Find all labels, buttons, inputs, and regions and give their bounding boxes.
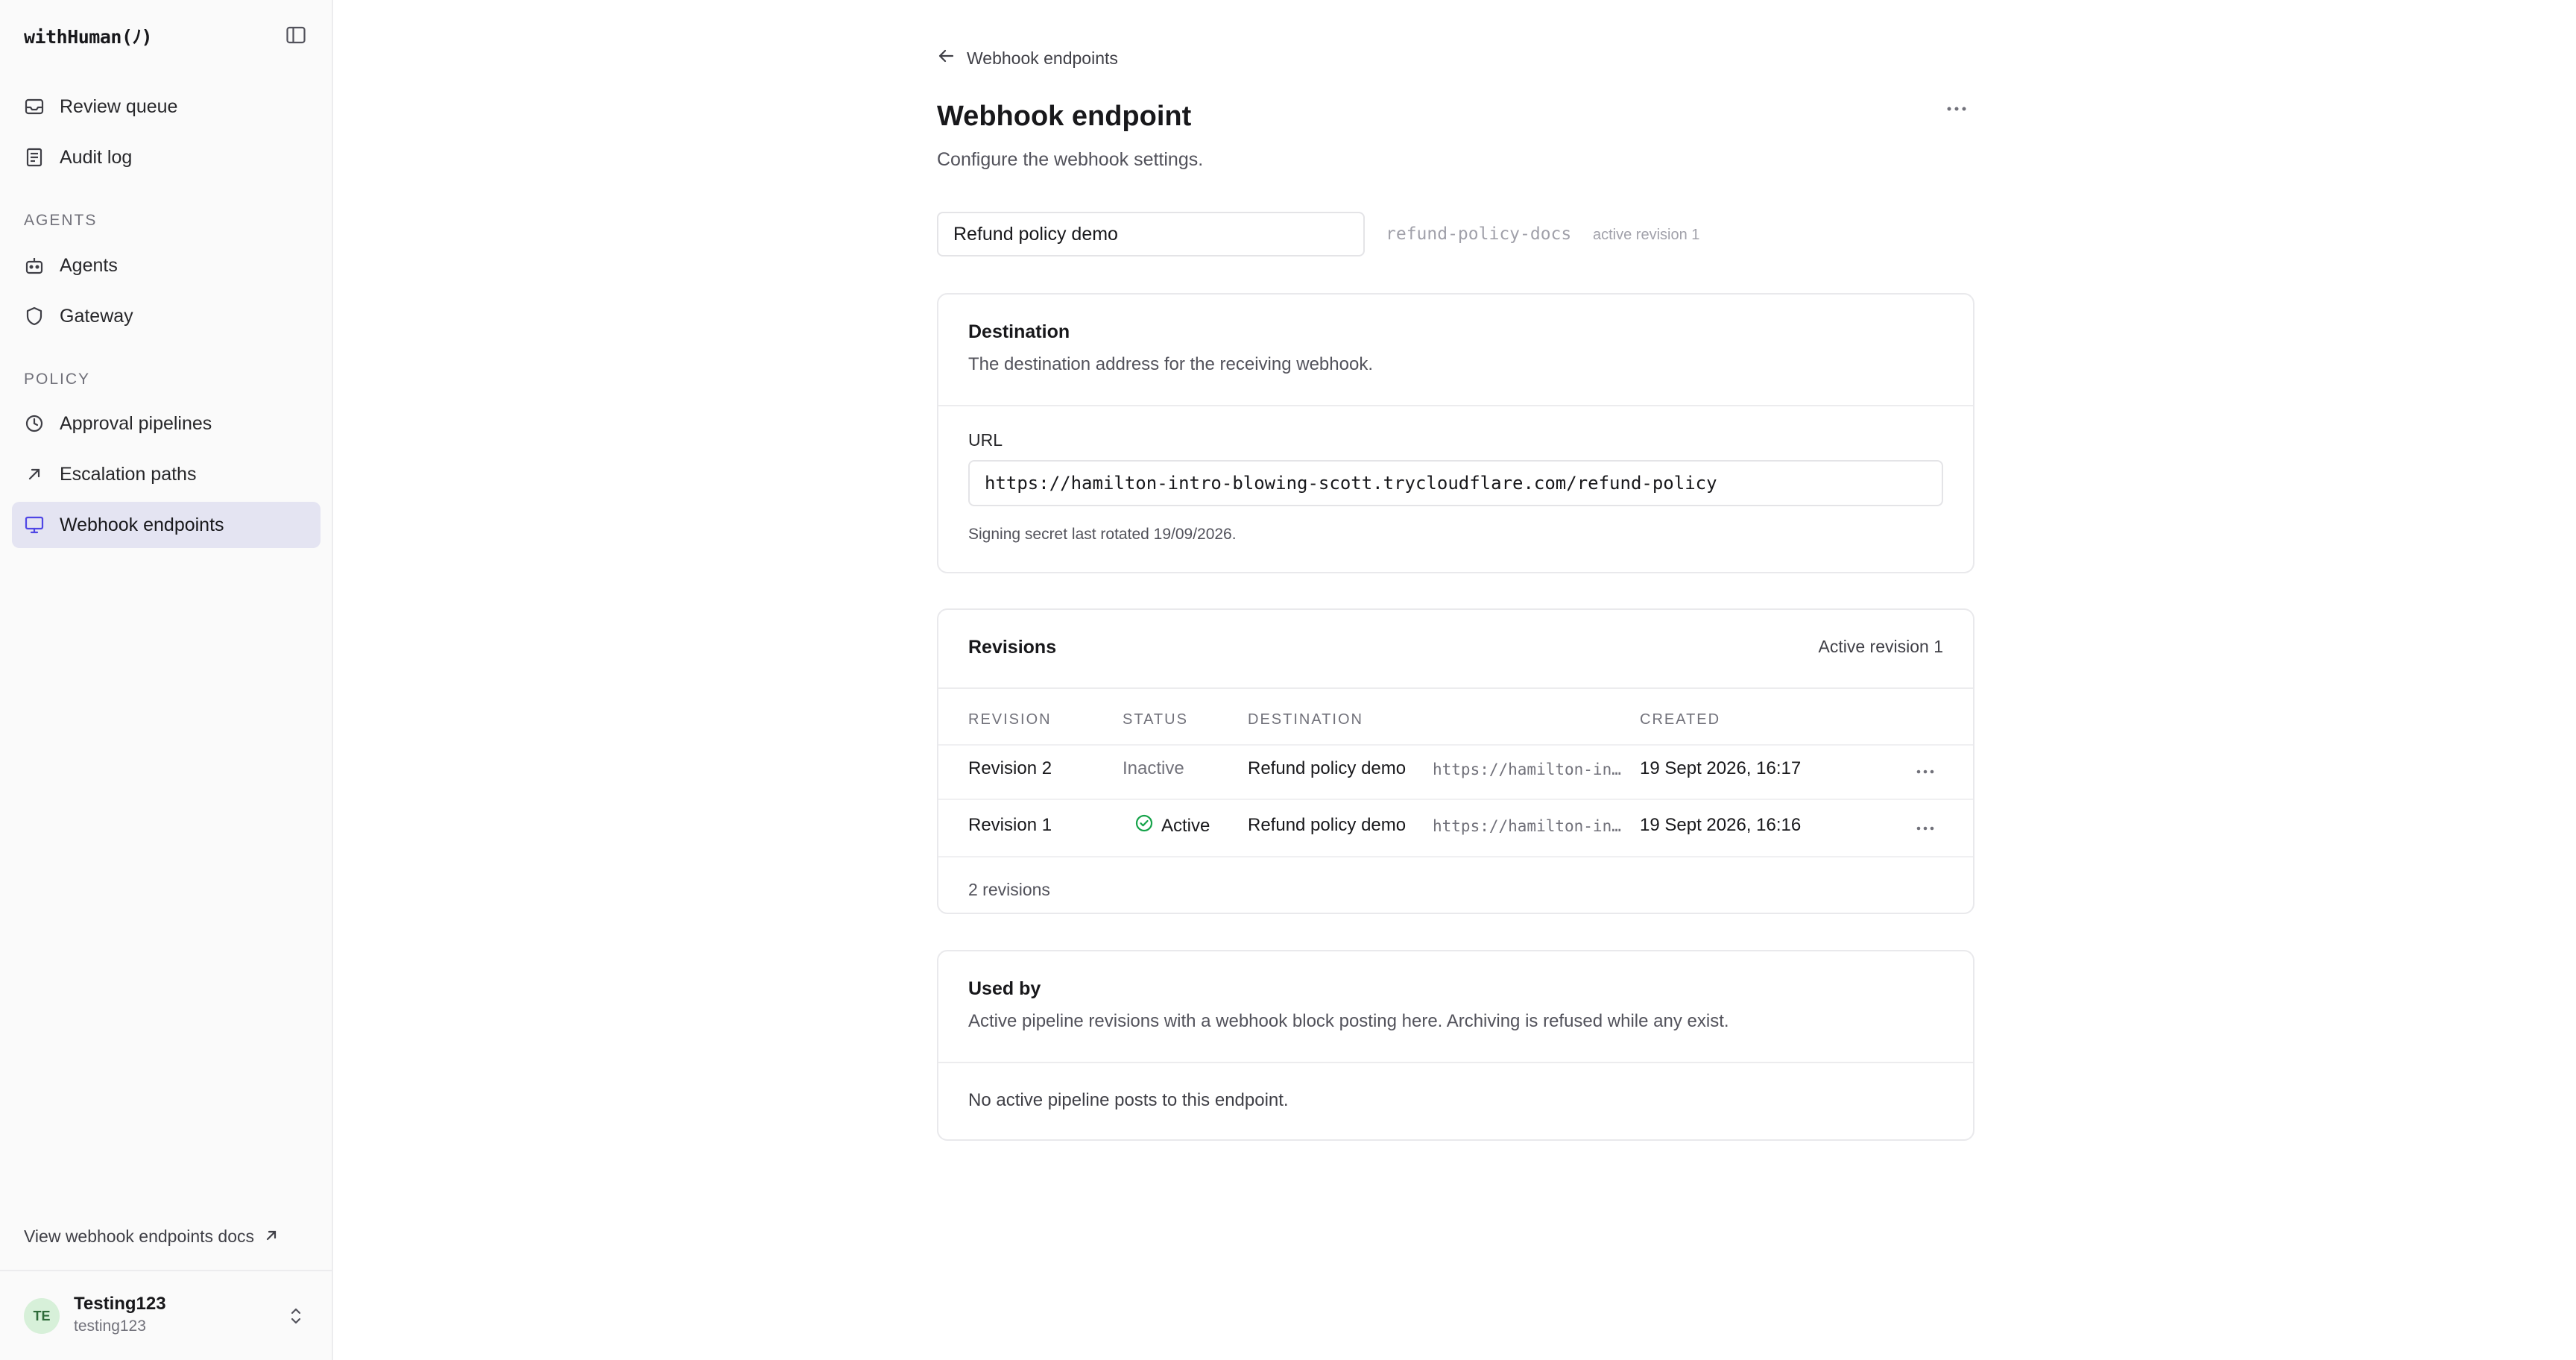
sidebar-item-label: Agents [60, 254, 118, 276]
divider [938, 1062, 1973, 1063]
user-handle: testing123 [74, 1318, 146, 1335]
sidebar-item-label: Webhook endpoints [60, 514, 224, 535]
sidebar-item-label: Review queue [60, 95, 178, 117]
column-header-destination: DESTINATION [1248, 711, 1363, 728]
created-at: 19 Sept 2026, 16:17 [1640, 758, 1802, 778]
destination-title: Destination [968, 321, 1070, 342]
arrow-up-right-icon [24, 464, 45, 485]
sidebar-item-webhook-endpoints[interactable]: Webhook endpoints [12, 502, 321, 548]
signing-secret-hint: Signing secret last rotated 19/09/2026. [968, 526, 1237, 543]
column-header-revision: REVISION [968, 711, 1052, 728]
sidebar: withHuman(ﾉ) Review queue Audit log AGEN… [0, 0, 333, 1360]
page-title: Webhook endpoint [937, 101, 1192, 132]
row-more-options-icon[interactable] [1916, 765, 1935, 778]
status-badge: Inactive [1123, 758, 1184, 778]
endpoint-name-input[interactable] [937, 212, 1365, 256]
section-label-policy: POLICY [24, 371, 91, 388]
revision-name: Revision 1 [968, 815, 1052, 835]
check-circle-icon [1134, 813, 1154, 838]
divider [938, 405, 1973, 406]
inbox-icon [24, 96, 45, 117]
docs-link-label: View webhook endpoints docs [24, 1227, 255, 1246]
page-subtitle: Configure the webhook settings. [937, 149, 1204, 170]
used-by-description: Active pipeline revisions with a webhook… [968, 1011, 1729, 1031]
destination-url: https://hamilton-intro-blowing-scott.try… [1433, 817, 1623, 835]
active-revision-tag: active revision 1 [1593, 227, 1700, 243]
sidebar-item-label: Approval pipelines [60, 412, 212, 434]
clock-icon [24, 413, 45, 434]
docs-link[interactable]: View webhook endpoints docs [24, 1227, 278, 1247]
used-by-card: Used by Active pipeline revisions with a… [937, 950, 1974, 1141]
status-label: Active [1161, 815, 1210, 836]
user-name: Testing123 [74, 1294, 166, 1314]
column-header-status: STATUS [1123, 711, 1188, 728]
monitor-icon [24, 514, 45, 535]
bot-icon [24, 255, 45, 276]
external-link-icon [265, 1227, 278, 1247]
url-label: URL [968, 430, 1003, 450]
arrow-left-icon [937, 48, 955, 69]
sidebar-item-label: Gateway [60, 305, 133, 327]
sidebar-item-approval-pipelines[interactable]: Approval pipelines [12, 400, 321, 447]
destination-name: Refund policy demo [1248, 758, 1407, 778]
sidebar-item-label: Audit log [60, 146, 133, 168]
sidebar-item-audit-log[interactable]: Audit log [12, 134, 321, 180]
divider [938, 856, 1973, 857]
divider [938, 687, 1973, 689]
section-label-agents: AGENTS [24, 212, 98, 229]
chevron-up-down-icon[interactable] [289, 1306, 303, 1330]
active-revision-label: Active revision 1 [1818, 637, 1943, 656]
sidebar-toggle-icon[interactable] [285, 24, 307, 46]
destination-name: Refund policy demo [1248, 815, 1407, 835]
revision-name: Revision 2 [968, 758, 1052, 778]
revisions-card: Revisions Active revision 1 REVISION STA… [937, 608, 1974, 914]
divider [938, 799, 1973, 800]
sidebar-item-label: Escalation paths [60, 463, 197, 485]
destination-card: Destination The destination address for … [937, 293, 1974, 573]
avatar: TE [24, 1298, 60, 1334]
document-icon [24, 147, 45, 168]
sidebar-item-escalation-paths[interactable]: Escalation paths [12, 451, 321, 497]
used-by-empty-state: No active pipeline posts to this endpoin… [968, 1090, 1289, 1110]
created-at: 19 Sept 2026, 16:16 [1640, 815, 1802, 835]
brand-logo: withHuman(ﾉ) [24, 26, 153, 48]
sidebar-item-review-queue[interactable]: Review queue [12, 84, 321, 130]
revisions-title: Revisions [968, 637, 1057, 658]
more-options-icon[interactable] [1945, 103, 1968, 116]
url-input[interactable] [968, 460, 1943, 506]
divider [938, 744, 1973, 746]
endpoint-slug: refund-policy-docs [1386, 224, 1572, 244]
sidebar-item-gateway[interactable]: Gateway [12, 293, 321, 339]
row-more-options-icon[interactable] [1916, 822, 1935, 835]
used-by-title: Used by [968, 978, 1041, 999]
destination-url: https://hamilton-intro-blowing-scott.try… [1433, 761, 1623, 778]
status-badge: Active [1134, 813, 1210, 838]
sidebar-item-agents[interactable]: Agents [12, 242, 321, 289]
shield-icon [24, 306, 45, 327]
back-link-label: Webhook endpoints [967, 48, 1118, 68]
main-content: Webhook endpoints Webhook endpoint Confi… [333, 0, 2576, 1360]
revision-count: 2 revisions [968, 880, 1050, 899]
back-link[interactable]: Webhook endpoints [937, 48, 1118, 69]
user-menu[interactable]: TE Testing123 testing123 [0, 1270, 332, 1360]
column-header-created: CREATED [1640, 711, 1721, 728]
destination-description: The destination address for the receivin… [968, 354, 1373, 374]
